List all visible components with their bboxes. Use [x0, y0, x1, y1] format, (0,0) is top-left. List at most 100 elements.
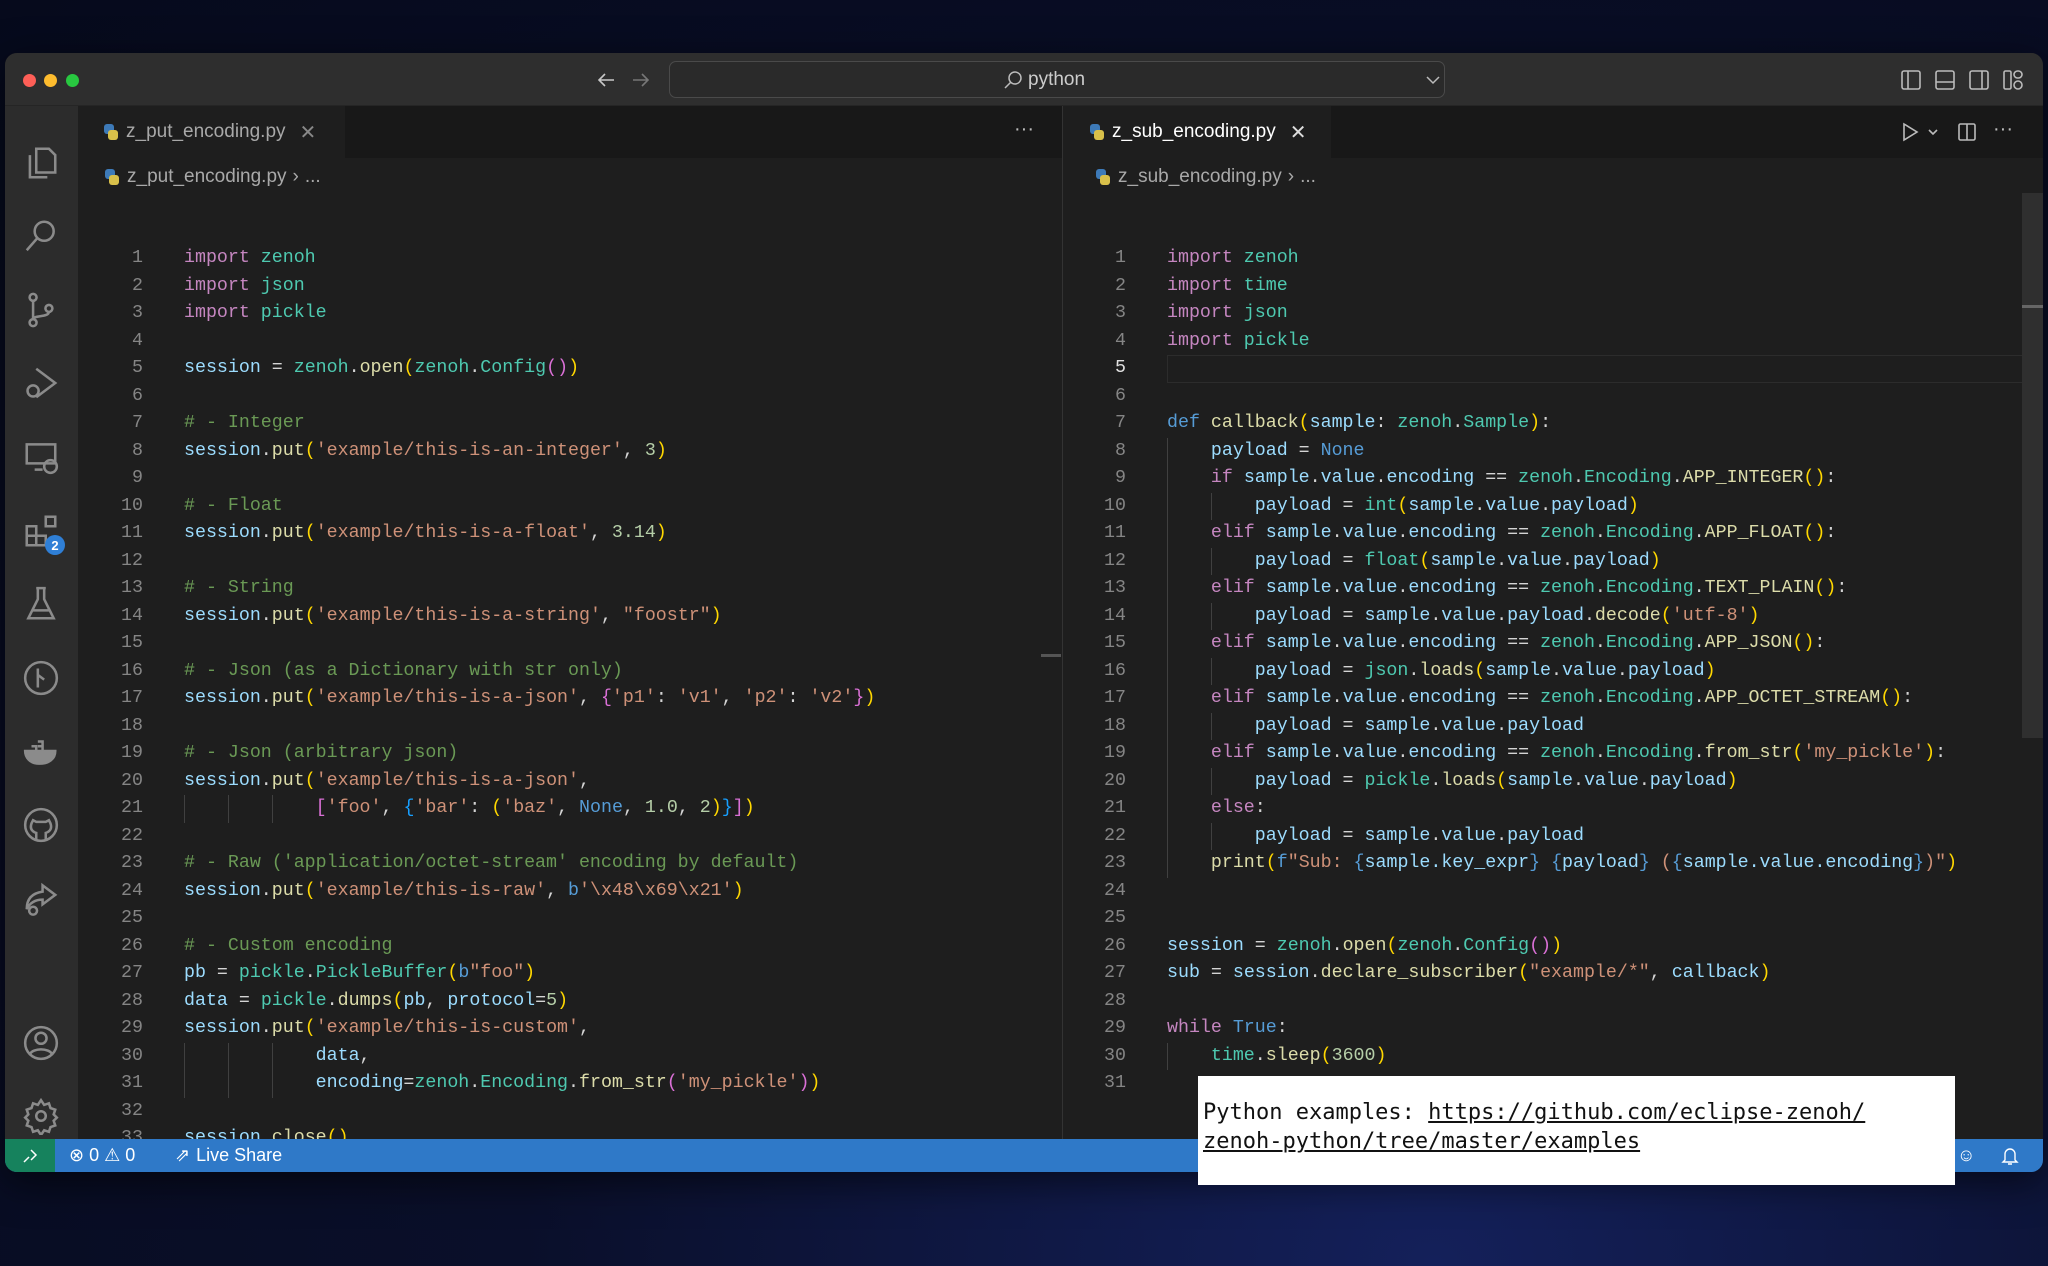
- code-line[interactable]: elif sample.value.encoding == zenoh.Enco…: [1167, 630, 1825, 658]
- code-line[interactable]: payload = float(sample.value.payload): [1167, 547, 1661, 575]
- line-number[interactable]: 6: [83, 383, 143, 411]
- line-number[interactable]: 8: [1066, 438, 1126, 466]
- line-number[interactable]: 30: [83, 1043, 143, 1071]
- code-line[interactable]: payload = int(sample.value.payload): [1167, 492, 1639, 520]
- search-icon[interactable]: [19, 214, 63, 258]
- code-line[interactable]: while True:: [1167, 1015, 1288, 1043]
- toggle-panel-icon[interactable]: [1934, 69, 1956, 91]
- line-number[interactable]: 23: [1066, 850, 1126, 878]
- code-line[interactable]: import zenoh: [1167, 245, 1299, 273]
- line-number[interactable]: 5: [83, 355, 143, 383]
- line-number[interactable]: 11: [83, 520, 143, 548]
- remote-explorer-icon[interactable]: [19, 435, 63, 479]
- line-number[interactable]: 5: [1066, 355, 1126, 383]
- minimize-window-button[interactable]: [44, 74, 57, 87]
- line-number[interactable]: 21: [83, 795, 143, 823]
- code-line[interactable]: data,: [184, 1042, 371, 1070]
- github-icon[interactable]: [19, 803, 63, 847]
- line-number[interactable]: 2: [83, 273, 143, 301]
- line-number[interactable]: 6: [1066, 383, 1126, 411]
- line-number[interactable]: 7: [1066, 410, 1126, 438]
- code-line[interactable]: # - Json (arbitrary json): [184, 740, 458, 768]
- line-number[interactable]: 1: [83, 245, 143, 273]
- accounts-icon[interactable]: [19, 1021, 63, 1065]
- code-line[interactable]: # - String: [184, 575, 294, 603]
- extensions-icon[interactable]: 2: [19, 509, 65, 555]
- line-number[interactable]: 21: [1066, 795, 1126, 823]
- code-line[interactable]: payload = None: [1167, 437, 1365, 465]
- problems-indicator[interactable]: ⊗ 0 ⚠ 0: [69, 1145, 135, 1166]
- code-line[interactable]: payload = json.loads(sample.value.payloa…: [1167, 657, 1716, 685]
- maximize-window-button[interactable]: [66, 74, 79, 87]
- code-line[interactable]: payload = pickle.loads(sample.value.payl…: [1167, 767, 1738, 795]
- split-editor-icon[interactable]: [1956, 121, 1978, 143]
- line-number[interactable]: 25: [1066, 905, 1126, 933]
- notifications-bell-icon[interactable]: [2001, 1146, 2019, 1166]
- code-line[interactable]: session.put('example/this-is-a-float', 3…: [184, 520, 667, 548]
- code-line[interactable]: session = zenoh.open(zenoh.Config()): [184, 355, 579, 383]
- code-line[interactable]: import pickle: [184, 300, 327, 328]
- code-line[interactable]: import time: [1167, 273, 1288, 301]
- line-number[interactable]: 16: [83, 658, 143, 686]
- line-number[interactable]: 9: [83, 465, 143, 493]
- line-number[interactable]: 17: [1066, 685, 1126, 713]
- right-code-editor[interactable]: 1 import zenoh 2 import time 3 import json 4 im…: [1063, 192, 2023, 1139]
- line-number[interactable]: 9: [1066, 465, 1126, 493]
- line-number[interactable]: 12: [83, 548, 143, 576]
- more-actions-button[interactable]: ···: [1993, 118, 2013, 141]
- close-window-button[interactable]: [23, 74, 36, 87]
- breadcrumb-file[interactable]: z_put_encoding.py: [127, 166, 287, 188]
- line-number[interactable]: 13: [83, 575, 143, 603]
- feedback-icon[interactable]: ☺: [1957, 1145, 1975, 1166]
- line-number[interactable]: 10: [83, 493, 143, 521]
- line-number[interactable]: 8: [83, 438, 143, 466]
- close-tab-icon[interactable]: ✕: [300, 120, 317, 145]
- code-line[interactable]: pb = pickle.PickleBuffer(b"foo"): [184, 960, 535, 988]
- examples-link-line1[interactable]: https://github.com/eclipse-zenoh/: [1428, 1100, 1865, 1125]
- code-line[interactable]: session.put('example/this-is-an-integer'…: [184, 438, 667, 466]
- line-number[interactable]: 1: [1066, 245, 1126, 273]
- close-tab-icon[interactable]: ✕: [1290, 120, 1307, 145]
- customize-layout-icon[interactable]: [2002, 69, 2024, 91]
- line-number[interactable]: 28: [1066, 988, 1126, 1016]
- code-line[interactable]: sub = session.declare_subscriber("exampl…: [1167, 960, 1770, 988]
- code-line[interactable]: # - Json (as a Dictionary with str only): [184, 658, 623, 686]
- code-line[interactable]: # - Float: [184, 493, 283, 521]
- line-number[interactable]: 30: [1066, 1043, 1126, 1071]
- line-number[interactable]: 4: [83, 328, 143, 356]
- run-python-file-icon[interactable]: [1900, 121, 1920, 143]
- breadcrumb-symbols[interactable]: ...: [305, 166, 321, 188]
- settings-gear-icon[interactable]: [19, 1094, 63, 1138]
- line-number[interactable]: 14: [83, 603, 143, 631]
- code-line[interactable]: session.put('example/this-is-raw', b'\x4…: [184, 878, 744, 906]
- line-number[interactable]: 18: [83, 713, 143, 741]
- line-number[interactable]: 2: [1066, 273, 1126, 301]
- line-number[interactable]: 3: [83, 300, 143, 328]
- toggle-secondary-sidebar-icon[interactable]: [1968, 69, 1990, 91]
- code-line[interactable]: session.put('example/this-is-a-string', …: [184, 603, 722, 631]
- line-number[interactable]: 25: [83, 905, 143, 933]
- examples-link-line2[interactable]: zenoh-python/tree/master/examples: [1203, 1129, 1640, 1154]
- gitlens-icon[interactable]: [19, 656, 63, 700]
- source-control-icon[interactable]: [19, 288, 63, 332]
- remote-indicator-button[interactable]: [5, 1139, 55, 1172]
- live-share-status-button[interactable]: ⇗ Live Share: [175, 1145, 282, 1166]
- line-number[interactable]: 32: [83, 1098, 143, 1126]
- line-number[interactable]: 16: [1066, 658, 1126, 686]
- line-number[interactable]: 3: [1066, 300, 1126, 328]
- code-line[interactable]: # - Custom encoding: [184, 933, 392, 961]
- line-number[interactable]: 11: [1066, 520, 1126, 548]
- line-number[interactable]: 15: [1066, 630, 1126, 658]
- line-number[interactable]: 14: [1066, 603, 1126, 631]
- line-number[interactable]: 29: [1066, 1015, 1126, 1043]
- breadcrumb-file[interactable]: z_sub_encoding.py: [1118, 166, 1282, 188]
- code-line[interactable]: import pickle: [1167, 328, 1310, 356]
- line-number[interactable]: 19: [1066, 740, 1126, 768]
- code-line[interactable]: import json: [184, 273, 305, 301]
- code-line[interactable]: elif sample.value.encoding == zenoh.Enco…: [1167, 685, 1913, 713]
- back-arrow-icon[interactable]: [595, 69, 617, 91]
- code-line[interactable]: session.put('example/this-is-a-json', {'…: [184, 685, 875, 713]
- code-line[interactable]: session.put('example/this-is-a-json',: [184, 768, 590, 796]
- line-number[interactable]: 13: [1066, 575, 1126, 603]
- breadcrumb-symbols[interactable]: ...: [1300, 166, 1316, 188]
